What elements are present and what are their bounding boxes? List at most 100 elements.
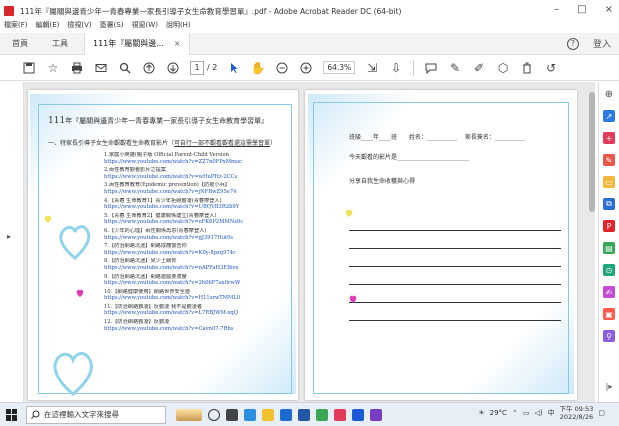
video-link[interactable]: https://www.youtube.com/watch?v=gJ3917Hu… xyxy=(104,235,289,242)
fit-page-icon[interactable]: ⇲ xyxy=(365,61,379,75)
word-icon[interactable] xyxy=(352,408,364,421)
edge-icon[interactable] xyxy=(244,408,256,421)
comment-tool-icon[interactable]: ▭ xyxy=(603,176,615,188)
comment-icon[interactable] xyxy=(424,61,438,75)
tab-home[interactable]: 首頁 xyxy=(0,38,40,49)
edit-pdf-icon[interactable]: ✎ xyxy=(603,154,615,166)
toolbar: ☆ 1 / 2 ✋ 64.3% ⇲ ⇩ ✎ ✐ ⬡ ↺ xyxy=(0,55,619,81)
tab-document[interactable]: 111年『屬關與邊... × xyxy=(84,32,190,55)
delete-icon[interactable] xyxy=(520,61,534,75)
page-number-input[interactable]: 1 xyxy=(190,60,204,75)
stamp-icon[interactable]: ⬡ xyxy=(496,61,510,75)
notification-icon[interactable]: ▢ xyxy=(598,409,605,417)
file-explorer-icon[interactable] xyxy=(262,408,274,421)
zoom-search-icon[interactable]: ⊕ xyxy=(603,88,615,100)
writing-line xyxy=(349,302,561,303)
video-link[interactable]: https://www.youtube.com/watch?v=K0y-8pzq… xyxy=(104,250,289,257)
video-link[interactable]: https://www.youtube.com/watch?v=Cavn07-7… xyxy=(104,326,289,333)
tab-document-label: 111年『屬關與邊... xyxy=(93,39,164,48)
create-pdf-icon[interactable]: + xyxy=(603,132,615,144)
search-icon[interactable] xyxy=(118,61,132,75)
maximize-button[interactable]: □ xyxy=(577,4,586,15)
menu-sign[interactable]: 簽署(S) xyxy=(100,20,124,30)
star-icon[interactable]: ☆ xyxy=(46,61,60,75)
heart-magenta-icon xyxy=(349,295,357,303)
menu-view[interactable]: 檢視(V) xyxy=(67,20,91,30)
highlight-icon[interactable]: ✐ xyxy=(472,61,486,75)
video-link[interactable]: https://www.youtube.com/watch?v=H11srwTM… xyxy=(104,295,289,302)
menu-window[interactable]: 視窗(W) xyxy=(132,20,158,30)
export-pdf-icon[interactable]: ↗ xyxy=(603,110,615,122)
list-item: 9.【防治網路沉迷】網路遊戲要適度 https://www.youtube.com… xyxy=(104,274,289,287)
menu-bar: 檔案(F) 編輯(E) 檢視(V) 簽署(S) 視窗(W) 說明(H) xyxy=(0,18,619,32)
scan-icon[interactable]: ⊙ xyxy=(603,264,615,276)
print-icon[interactable] xyxy=(70,61,84,75)
video-link[interactable]: https://www.youtube.com/watch?v=wHuPHz-2… xyxy=(104,174,289,181)
list-item: 6.【少年的心理】兩性關係再思(青春摩登人) https://www.youtub… xyxy=(104,228,289,241)
signin-button[interactable]: 登入 xyxy=(593,37,611,50)
tray-up-icon[interactable]: ⌃ xyxy=(512,409,518,417)
menu-edit[interactable]: 編輯(E) xyxy=(36,20,60,30)
task-view-icon[interactable] xyxy=(208,408,220,421)
menu-help[interactable]: 說明(H) xyxy=(166,20,191,30)
collapse-panel-icon[interactable]: |▸ xyxy=(603,380,615,392)
zoom-out-icon[interactable] xyxy=(275,61,289,75)
list-item: 10.【網路健康使用】網路世界安全遊 https://www.youtube.co… xyxy=(104,289,289,302)
save-icon[interactable] xyxy=(22,61,36,75)
list-item: 12.【防治網路霸凌】反霸凌 https://www.youtube.com/wa… xyxy=(104,319,289,332)
chrome-icon[interactable] xyxy=(316,408,328,421)
select-cursor-icon[interactable] xyxy=(227,61,241,75)
teams-icon[interactable] xyxy=(370,408,382,421)
news-widget-icon[interactable] xyxy=(176,408,202,421)
pen-icon[interactable]: ✎ xyxy=(448,61,462,75)
tab-bar: 首頁 工具 111年『屬關與邊... × ? 登入 xyxy=(0,32,619,55)
writing-line xyxy=(349,320,561,321)
expand-left-panel-icon[interactable]: ▸ xyxy=(7,232,11,241)
weather-temp[interactable]: 29°C xyxy=(490,409,507,417)
video-link[interactable]: https://www.youtube.com/watch?v=jNFBwZ95… xyxy=(104,189,289,196)
video-link[interactable]: https://www.youtube.com/watch?v=UBQVB3R2… xyxy=(104,204,289,211)
taskbar-clock[interactable]: 下午 09:53 2022/8/26 xyxy=(560,405,594,421)
undo-icon[interactable]: ↺ xyxy=(544,61,558,75)
list-item: 2.兩性教育觀看影片之提案 https://www.youtube.com/wat… xyxy=(104,167,289,180)
more-tools-icon[interactable]: ⚲ xyxy=(603,330,615,342)
taskbar-search-input[interactable]: 在這裡輸入文字來搜尋 xyxy=(26,405,166,424)
pdf-file-icon[interactable]: P xyxy=(603,220,615,232)
organize-pages-icon[interactable]: ▤ xyxy=(603,242,615,254)
page-up-icon[interactable] xyxy=(142,61,156,75)
hand-tool-icon[interactable]: ✋ xyxy=(251,61,266,75)
tab-tools[interactable]: 工具 xyxy=(40,38,80,49)
zoom-level-select[interactable]: 64.3% xyxy=(323,61,356,74)
volume-icon[interactable]: ◁) xyxy=(534,409,542,417)
left-panel-collapsed[interactable]: ▸ xyxy=(0,82,24,402)
network-icon[interactable]: ▭ xyxy=(523,409,530,417)
mail-icon[interactable] xyxy=(298,408,310,421)
tab-close-icon[interactable]: × xyxy=(174,39,181,48)
widgets-icon[interactable] xyxy=(226,408,238,421)
windows-start-icon[interactable] xyxy=(6,408,18,421)
scrollbar-thumb[interactable] xyxy=(589,92,595,212)
minimize-button[interactable]: – xyxy=(554,4,559,15)
store-icon[interactable] xyxy=(280,408,292,421)
help-icon[interactable]: ? xyxy=(566,37,579,50)
scroll-mode-icon[interactable]: ⇩ xyxy=(389,61,403,75)
video-link[interactable]: https://www.youtube.com/watch?v=nAPFaH3E… xyxy=(104,265,289,272)
reflection-label: 分享自我生命收穫與心得 xyxy=(349,178,416,185)
email-icon[interactable] xyxy=(94,61,108,75)
close-button[interactable]: × xyxy=(605,4,613,15)
video-link[interactable]: https://www.youtube.com/watch?v=L7RBJWM-… xyxy=(104,310,289,317)
video-link[interactable]: https://www.youtube.com/watch?v=eFK6P2MM… xyxy=(104,219,289,226)
menu-file[interactable]: 檔案(F) xyxy=(4,20,28,30)
video-link[interactable]: https://www.youtube.com/watch?v=ZZ7n0FPx… xyxy=(104,159,289,166)
protect-icon[interactable]: ▣ xyxy=(603,308,615,320)
zoom-in-icon[interactable] xyxy=(299,61,313,75)
vertical-scrollbar[interactable] xyxy=(589,88,595,348)
combine-files-icon[interactable]: ⧉ xyxy=(603,198,615,210)
ime-indicator[interactable]: 中 xyxy=(548,408,555,418)
windows-taskbar: 在這裡輸入文字來搜尋 ☀ 29°C ⌃ ▭ ◁) 中 下午 09:53 2022… xyxy=(0,402,619,426)
video-link[interactable]: https://www.youtube.com/watch?v=2h06F7ax… xyxy=(104,280,289,287)
page-down-icon[interactable] xyxy=(166,61,180,75)
acrobat-taskbar-icon[interactable] xyxy=(334,408,346,421)
weather-icon[interactable]: ☀ xyxy=(478,409,484,417)
fill-sign-icon[interactable]: ✍ xyxy=(603,286,615,298)
